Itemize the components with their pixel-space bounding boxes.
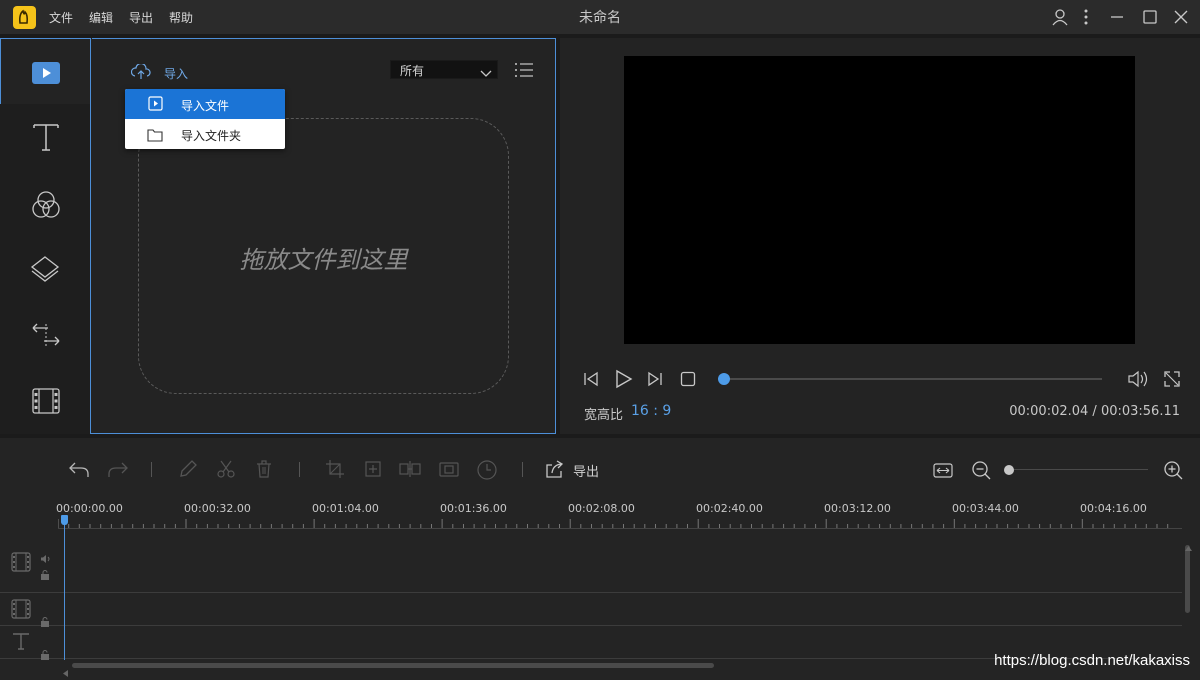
- track-lock-icon[interactable]: [40, 645, 50, 664]
- fit-timeline-icon[interactable]: [932, 460, 954, 484]
- track-lock-icon[interactable]: [40, 612, 50, 631]
- close-icon[interactable]: [1173, 8, 1189, 30]
- menu-item-import-file-label: 导入文件: [181, 99, 230, 113]
- window-title: 未命名: [579, 10, 621, 26]
- time-readout: 00:00:02.04 / 00:03:56.11: [1009, 404, 1180, 419]
- toolbar-divider: [151, 462, 152, 477]
- overlay-track-icon: [10, 598, 32, 624]
- ruler-tick-label: 00:03:44.00: [952, 502, 1019, 515]
- text-track-icon: [11, 631, 31, 655]
- edit-icon[interactable]: [178, 459, 198, 483]
- watermark: https://blog.csdn.net/kakaxiss: [994, 652, 1190, 669]
- track-lock-icon[interactable]: [40, 565, 50, 584]
- track-divider: [0, 625, 1182, 626]
- maximize-icon[interactable]: [1142, 8, 1158, 30]
- seek-bar[interactable]: [718, 378, 1102, 380]
- stop-icon[interactable]: [680, 371, 696, 391]
- ruler-tick-label: 00:01:36.00: [440, 502, 507, 515]
- ruler-tick-label: 00:04:16.00: [1080, 502, 1147, 515]
- fullscreen-icon[interactable]: [1163, 370, 1181, 392]
- crop-icon[interactable]: [325, 459, 345, 483]
- export-icon[interactable]: [544, 459, 566, 483]
- ruler-tick-label: 00:01:04.00: [312, 502, 379, 515]
- media-filter-value: 所有: [400, 64, 425, 78]
- toolbar-divider: [522, 462, 523, 477]
- menu-item-import-folder[interactable]: 导入文件夹: [181, 127, 241, 144]
- ruler-tick-label: 00:00:00.00: [56, 502, 123, 515]
- zoom-slider-handle[interactable]: [1004, 465, 1014, 475]
- transition-icon[interactable]: [30, 322, 62, 352]
- ruler-tick-label: 00:02:40.00: [696, 502, 763, 515]
- list-view-icon[interactable]: [514, 62, 534, 82]
- video-preview: [624, 56, 1135, 344]
- app-window: 文件 编辑 导出 帮助 未命名 导入 所有 拖放文件到这里 导入文件 导入文件夹…: [0, 0, 1200, 680]
- zoom-frame-icon[interactable]: [363, 459, 383, 483]
- seek-handle[interactable]: [718, 373, 730, 385]
- ruler-tick-label: 00:02:08.00: [568, 502, 635, 515]
- zoom-slider[interactable]: [1009, 469, 1148, 470]
- scroll-left-icon[interactable]: [63, 662, 69, 680]
- track-divider: [0, 592, 1182, 593]
- freeze-frame-icon[interactable]: [438, 459, 460, 483]
- user-icon[interactable]: [1051, 8, 1069, 30]
- volume-icon[interactable]: [1127, 369, 1151, 393]
- minimize-icon[interactable]: [1109, 8, 1125, 30]
- import-icon[interactable]: [130, 62, 151, 84]
- next-frame-icon[interactable]: [646, 370, 664, 392]
- text-icon[interactable]: [32, 122, 60, 156]
- media-panel-border: [92, 38, 556, 39]
- playhead-handle[interactable]: [61, 515, 68, 525]
- video-track-icon: [10, 551, 32, 577]
- play-icon[interactable]: [613, 369, 633, 393]
- folder-icon: [147, 127, 163, 146]
- delete-icon[interactable]: [254, 459, 274, 483]
- media-icon[interactable]: [32, 61, 62, 89]
- horizontal-scrollbar[interactable]: [72, 663, 714, 668]
- drop-hint: 拖放文件到这里: [239, 246, 408, 274]
- zoom-in-icon[interactable]: [1162, 459, 1184, 485]
- chevron-down-icon: [480, 63, 492, 82]
- more-icon[interactable]: [1082, 8, 1090, 30]
- ruler-tick-label: 00:03:12.00: [824, 502, 891, 515]
- export-button[interactable]: 导出: [573, 461, 599, 480]
- ruler-tick-label: 00:00:32.00: [184, 502, 251, 515]
- toolbar-divider: [299, 462, 300, 477]
- import-button[interactable]: 导入: [164, 65, 188, 82]
- cut-icon[interactable]: [216, 459, 236, 483]
- ruler-ticks: [58, 519, 1169, 528]
- filter-icon[interactable]: [31, 190, 61, 224]
- playhead-line: [64, 517, 65, 660]
- aspect-ratio-label: 宽高比: [584, 408, 624, 423]
- aspect-ratio-value[interactable]: 16 : 9: [631, 403, 671, 419]
- mosaic-icon[interactable]: [398, 459, 422, 483]
- scroll-up-icon[interactable]: [1185, 537, 1192, 556]
- zoom-out-icon[interactable]: [970, 459, 992, 485]
- element-icon[interactable]: [31, 388, 61, 418]
- undo-icon[interactable]: [68, 459, 90, 483]
- prev-frame-icon[interactable]: [582, 370, 600, 392]
- duration-icon[interactable]: [476, 459, 498, 485]
- redo-icon[interactable]: [107, 459, 129, 483]
- video-file-icon: [148, 96, 163, 115]
- overlay-icon[interactable]: [30, 254, 60, 288]
